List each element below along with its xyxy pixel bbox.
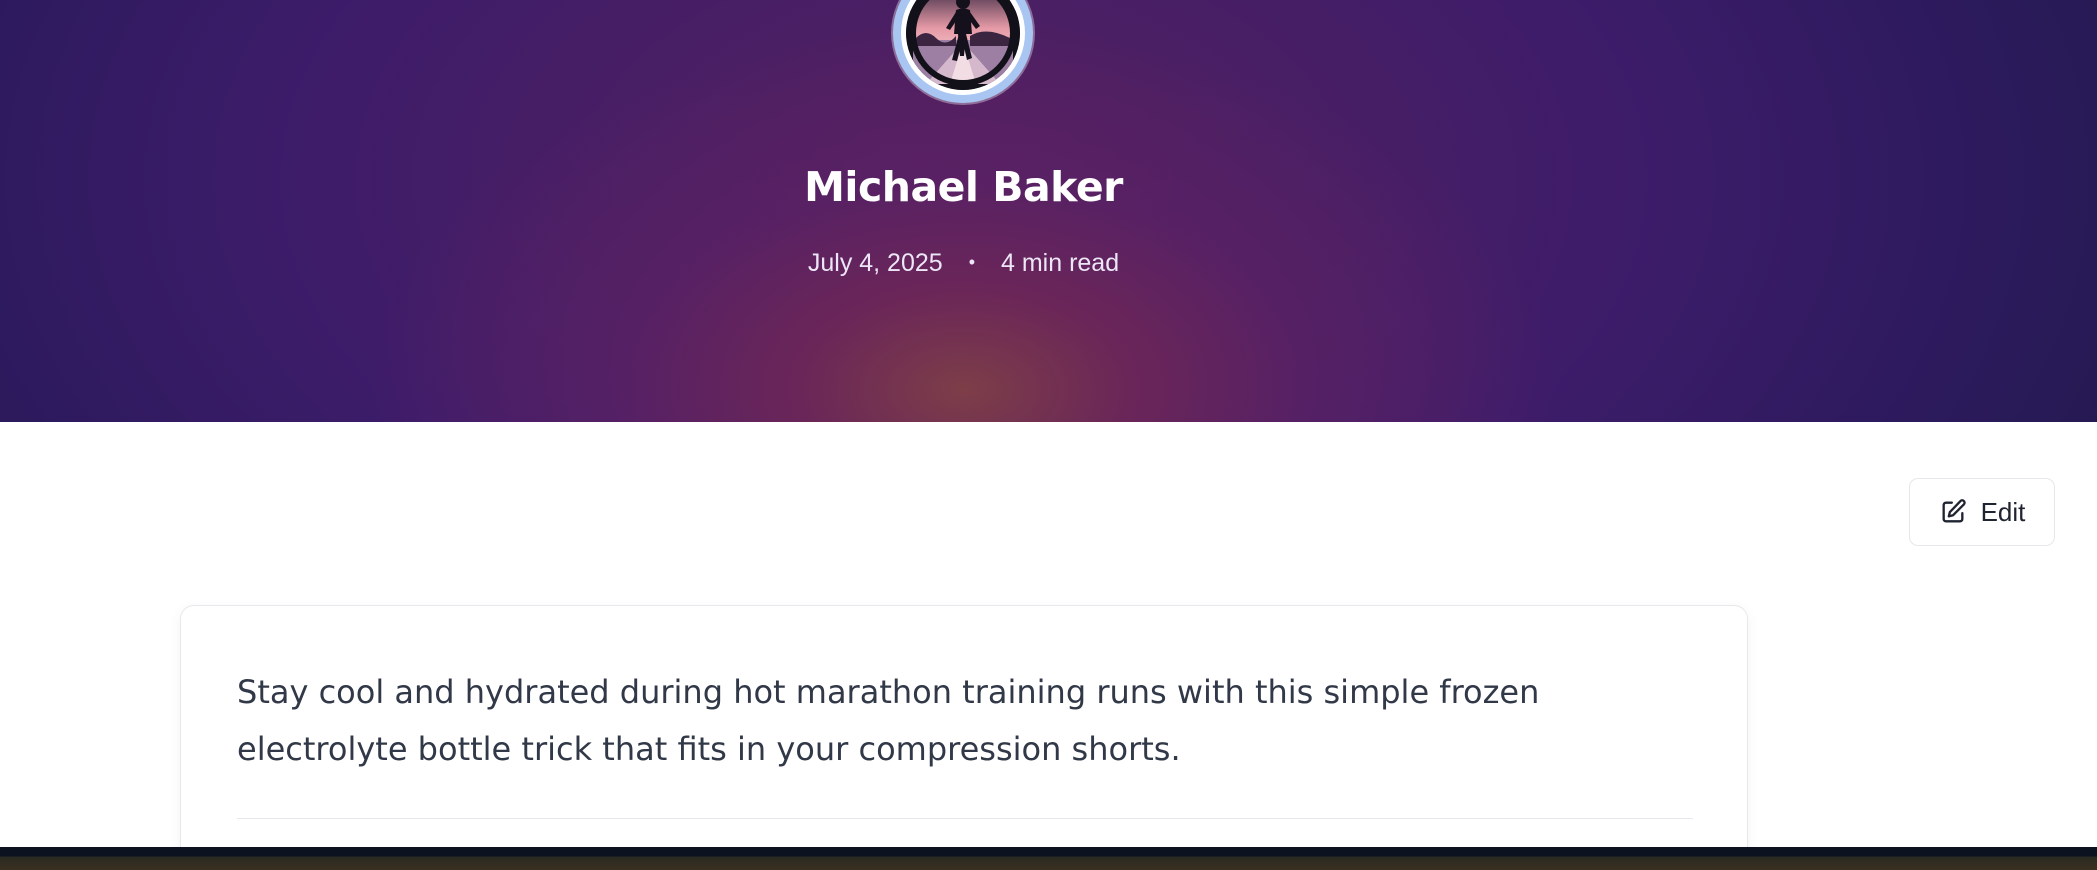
- author-avatar[interactable]: [893, 0, 1033, 103]
- post-meta: July 4, 2025 • 4 min read: [0, 249, 1927, 278]
- divider: [237, 818, 1693, 819]
- author-name: Michael Baker: [804, 163, 1123, 212]
- hero-banner: Michael Baker July 4, 2025 • 4 min read: [0, 0, 2097, 422]
- edit-label: Edit: [1980, 496, 2026, 527]
- read-time: 4 min read: [1001, 249, 1120, 277]
- runner-avatar-icon: [906, 0, 1020, 90]
- article-summary: Stay cool and hydrated during hot marath…: [237, 673, 1540, 768]
- page: Michael Baker July 4, 2025 • 4 min read Ed…: [0, 0, 2097, 870]
- edit-icon: [1939, 498, 1967, 526]
- edit-button[interactable]: Edit: [1909, 478, 2055, 546]
- bottom-strip: [0, 847, 2097, 870]
- post-date: July 4, 2025: [807, 249, 943, 277]
- meta-separator: •: [968, 252, 975, 272]
- article-card: Stay cool and hydrated during hot marath…: [180, 605, 1748, 870]
